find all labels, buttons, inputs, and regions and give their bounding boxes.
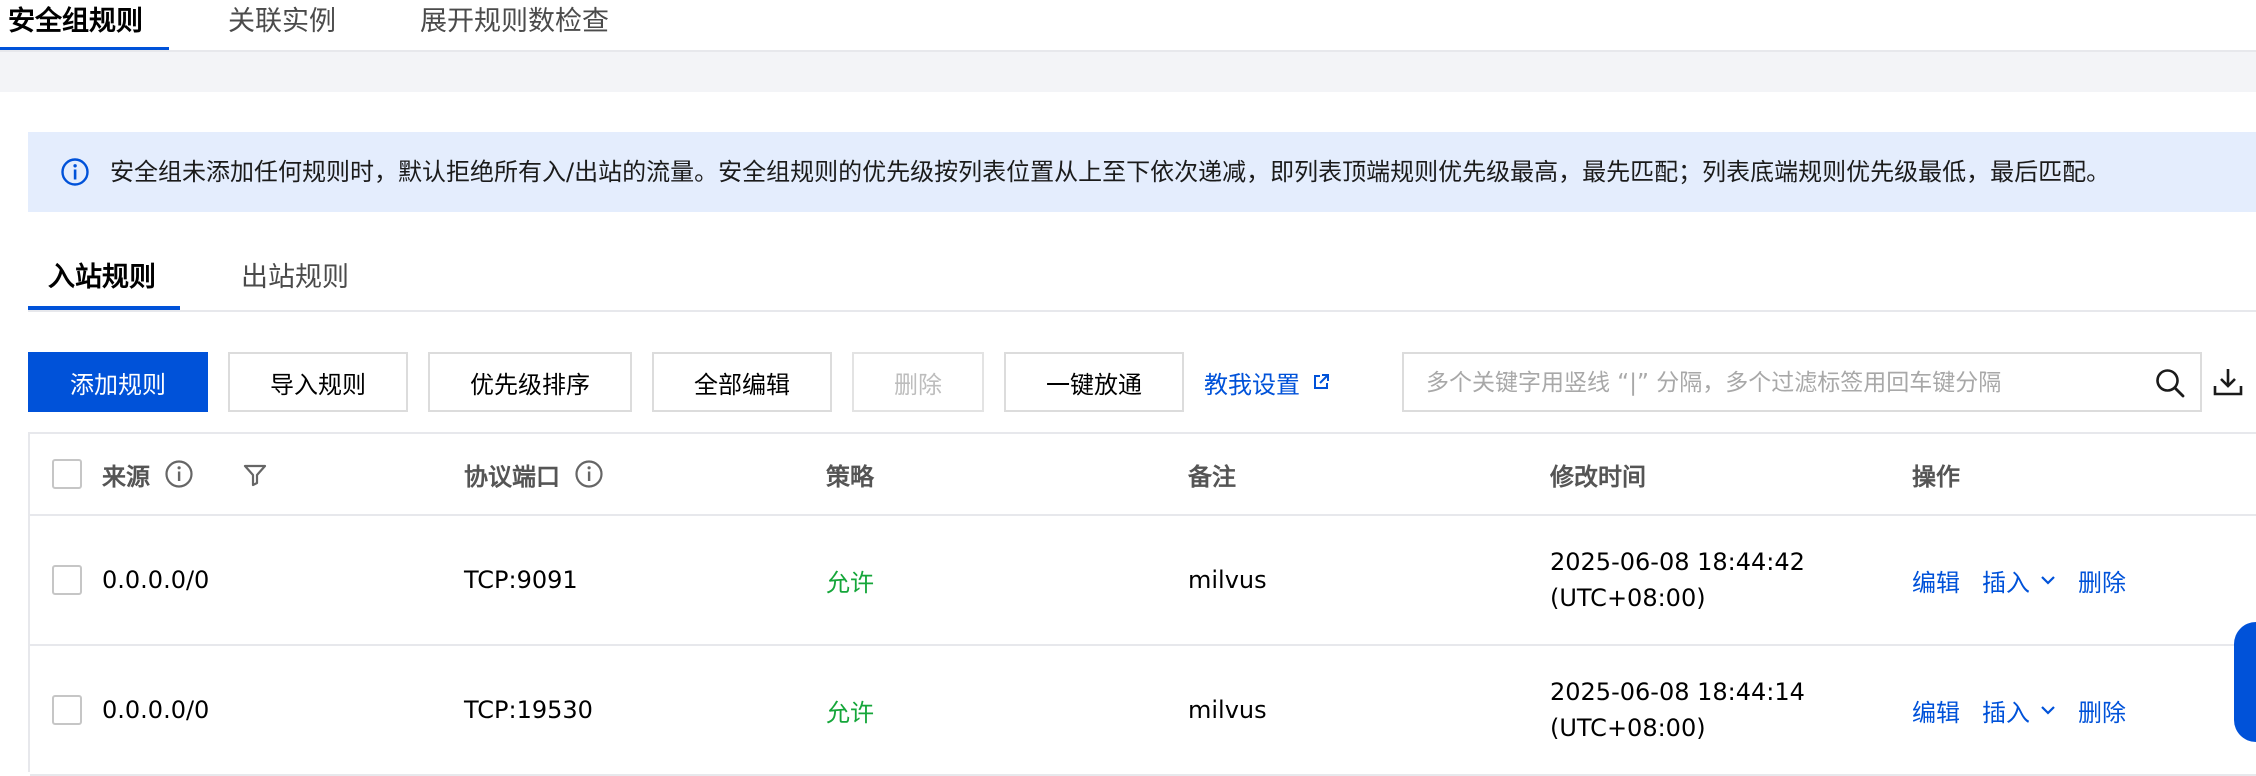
row-actions: 编辑 插入 删除 xyxy=(1912,646,2126,774)
column-source: 来源 xyxy=(102,434,194,514)
filter-icon[interactable] xyxy=(242,462,268,488)
cell-policy: 允许 xyxy=(826,568,874,597)
tab-expanded-rule-check[interactable]: 展开规则数检查 xyxy=(420,2,609,42)
tab-inbound-rules[interactable]: 入站规则 xyxy=(48,258,156,298)
insert-action[interactable]: 插入 xyxy=(1982,693,2056,728)
priority-sort-button[interactable]: 优先级排序 xyxy=(428,352,632,412)
cell-protocol-port: TCP:9091 xyxy=(464,566,578,594)
edit-action[interactable]: 编辑 xyxy=(1912,693,1960,728)
cell-policy: 允许 xyxy=(826,698,874,727)
select-all-checkbox[interactable] xyxy=(52,459,82,489)
one-click-open-button[interactable]: 一键放通 xyxy=(1004,352,1184,412)
column-protocol-port: 协议端口 xyxy=(464,434,604,514)
delete-button[interactable]: 删除 xyxy=(852,352,984,412)
column-protocol-port-label: 协议端口 xyxy=(464,462,560,491)
table-row: 0.0.0.0/0 TCP:19530 允许 milvus 2025-06-08… xyxy=(30,646,2256,776)
cell-modified-time: 2025-06-08 18:44:42 (UTC+08:00) xyxy=(1550,516,1805,644)
teach-me-link[interactable]: 教我设置 xyxy=(1204,352,1330,412)
info-icon xyxy=(60,157,90,187)
cell-time: 2025-06-08 18:44:42 xyxy=(1550,548,1805,576)
cell-source: 0.0.0.0/0 xyxy=(102,566,210,594)
cell-timezone: (UTC+08:00) xyxy=(1550,714,1706,742)
rule-tabs-divider xyxy=(28,310,2256,312)
cell-source: 0.0.0.0/0 xyxy=(102,696,210,724)
edit-action[interactable]: 编辑 xyxy=(1912,563,1960,598)
insert-action-label: 插入 xyxy=(1982,698,2030,727)
top-tabs: 安全组规则 关联实例 展开规则数检查 xyxy=(0,0,2256,52)
row-checkbox[interactable] xyxy=(52,695,82,725)
download-icon[interactable] xyxy=(2212,366,2244,398)
add-rule-button[interactable]: 添加规则 xyxy=(28,352,208,412)
search-input[interactable] xyxy=(1424,354,2108,412)
section-separator xyxy=(0,52,2256,92)
floating-help-handle[interactable] xyxy=(2234,622,2256,742)
chevron-down-icon xyxy=(2040,574,2056,586)
column-policy: 策略 xyxy=(826,462,874,491)
cell-protocol-port: TCP:19530 xyxy=(464,696,593,724)
search-box xyxy=(1402,352,2202,412)
info-banner: 安全组未添加任何规则时，默认拒绝所有入/出站的流量。安全组规则的优先级按列表位置… xyxy=(28,132,2256,212)
row-actions: 编辑 插入 删除 xyxy=(1912,516,2126,644)
insert-action-label: 插入 xyxy=(1982,568,2030,597)
column-modified-time: 修改时间 xyxy=(1550,462,1646,491)
table-header: 来源 协议端口 策略 备注 修改时间 操作 xyxy=(30,434,2256,516)
rules-table: 来源 协议端口 策略 备注 修改时间 操作 0.0.0.0/0 TCP:9091… xyxy=(28,432,2256,776)
column-source-label: 来源 xyxy=(102,462,150,491)
delete-action[interactable]: 删除 xyxy=(2078,693,2126,728)
rule-direction-tabs: 入站规则 出站规则 xyxy=(0,252,2256,312)
info-icon[interactable] xyxy=(164,459,194,489)
table-row: 0.0.0.0/0 TCP:9091 允许 milvus 2025-06-08 … xyxy=(30,516,2256,646)
info-banner-text: 安全组未添加任何规则时，默认拒绝所有入/出站的流量。安全组规则的优先级按列表位置… xyxy=(110,158,2111,186)
chevron-down-icon xyxy=(2040,704,2056,716)
tab-outbound-rules[interactable]: 出站规则 xyxy=(241,258,349,298)
edit-all-button[interactable]: 全部编辑 xyxy=(652,352,832,412)
teach-me-label: 教我设置 xyxy=(1204,370,1300,399)
cell-remark: milvus xyxy=(1188,696,1267,724)
tab-associated-instances[interactable]: 关联实例 xyxy=(228,2,336,42)
column-remark: 备注 xyxy=(1188,462,1236,491)
delete-action[interactable]: 删除 xyxy=(2078,563,2126,598)
cell-time: 2025-06-08 18:44:14 xyxy=(1550,678,1805,706)
insert-action[interactable]: 插入 xyxy=(1982,563,2056,598)
column-actions: 操作 xyxy=(1912,462,1960,491)
import-rules-button[interactable]: 导入规则 xyxy=(228,352,408,412)
external-link-icon xyxy=(1312,373,1330,391)
cell-timezone: (UTC+08:00) xyxy=(1550,584,1706,612)
cell-modified-time: 2025-06-08 18:44:14 (UTC+08:00) xyxy=(1550,646,1805,774)
search-icon[interactable] xyxy=(2154,367,2186,399)
info-icon[interactable] xyxy=(574,459,604,489)
cell-remark: milvus xyxy=(1188,566,1267,594)
tab-security-group-rules[interactable]: 安全组规则 xyxy=(8,2,143,42)
row-checkbox[interactable] xyxy=(52,565,82,595)
